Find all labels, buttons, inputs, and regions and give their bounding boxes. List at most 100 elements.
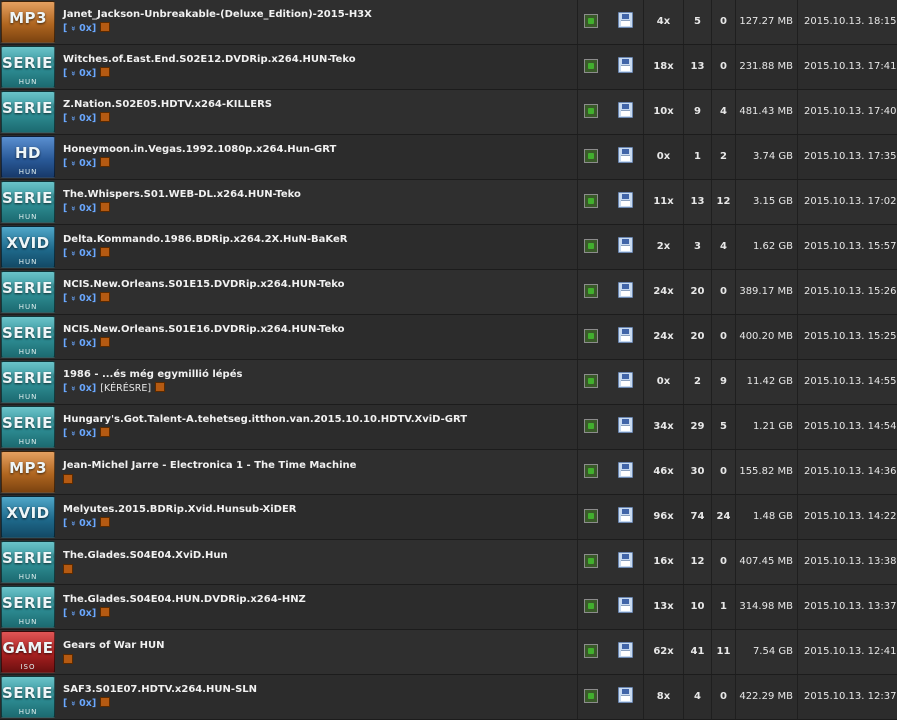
floppy-disk-icon[interactable] — [618, 237, 633, 253]
download-count-link[interactable]: [ » 0x] — [63, 338, 96, 349]
category-badge[interactable]: XVID HUN — [1, 226, 55, 268]
floppy-disk-icon[interactable] — [618, 147, 633, 163]
check-icon[interactable] — [584, 59, 598, 73]
floppy-disk-icon[interactable] — [618, 192, 633, 208]
bookmark-icon[interactable] — [100, 337, 111, 347]
torrent-title-link[interactable]: The.Glades.S04E04.XviD.Hun — [63, 550, 228, 561]
bookmark-icon[interactable] — [100, 292, 111, 302]
download-count-link[interactable]: [ » 0x] — [63, 428, 96, 439]
download-count-link[interactable]: [ » 0x] — [63, 518, 96, 529]
floppy-disk-icon[interactable] — [618, 12, 633, 28]
torrent-title-link[interactable]: Delta.Kommando.1986.BDRip.x264.2X.HuN-Ba… — [63, 234, 347, 245]
category-badge[interactable]: SERIES HUN — [1, 271, 55, 313]
floppy-disk-icon[interactable] — [618, 642, 633, 658]
floppy-disk-icon[interactable] — [618, 507, 633, 523]
category-sublabel: HUN — [18, 258, 38, 266]
floppy-disk-icon[interactable] — [618, 282, 633, 298]
bookmark-icon[interactable] — [63, 564, 73, 574]
bookmark-icon[interactable] — [100, 157, 111, 167]
bookmark-icon[interactable] — [100, 112, 111, 122]
bookmark-icon[interactable] — [100, 202, 111, 212]
check-icon[interactable] — [584, 599, 598, 613]
floppy-disk-icon[interactable] — [618, 372, 633, 388]
category-badge[interactable]: SERIES HUN — [1, 676, 55, 718]
check-icon[interactable] — [584, 509, 598, 523]
category-badge[interactable]: SERIES HUN — [1, 181, 55, 223]
category-badge[interactable]: SERIES HUN — [1, 586, 55, 628]
torrent-title-link[interactable]: Z.Nation.S02E05.HDTV.x264-KILLERS — [63, 99, 272, 110]
check-icon[interactable] — [584, 104, 598, 118]
download-count-link[interactable]: [ » 0x] — [63, 23, 96, 34]
download-count-link[interactable]: [ » 0x] — [63, 608, 96, 619]
check-icon[interactable] — [584, 239, 598, 253]
download-count-link[interactable]: [ » 0x] — [63, 383, 96, 394]
category-badge[interactable]: SERIES HUN — [1, 406, 55, 448]
check-icon[interactable] — [584, 329, 598, 343]
bookmark-icon[interactable] — [155, 382, 166, 392]
floppy-disk-icon[interactable] — [618, 327, 633, 343]
torrent-title-link[interactable]: The.Glades.S04E04.HUN.DVDRip.x264-HNZ — [63, 594, 306, 605]
torrent-title-link[interactable]: Witches.of.East.End.S02E12.DVDRip.x264.H… — [63, 54, 356, 65]
check-icon[interactable] — [584, 194, 598, 208]
category-badge[interactable]: MP3 — [1, 451, 55, 493]
floppy-disk-icon[interactable] — [618, 552, 633, 568]
check-icon[interactable] — [584, 644, 598, 658]
torrent-title-link[interactable]: Melyutes.2015.BDRip.Xvid.Hunsub-XiDER — [63, 504, 297, 515]
floppy-disk-icon[interactable] — [618, 57, 633, 73]
download-count-link[interactable]: [ » 0x] — [63, 113, 96, 124]
category-badge[interactable]: XVID — [1, 496, 55, 538]
category-badge[interactable]: GAME ISO — [1, 631, 55, 673]
check-icon[interactable] — [584, 374, 598, 388]
category-badge[interactable]: MP3 — [1, 1, 55, 43]
category-badge[interactable]: SERIES HUN — [1, 46, 55, 88]
check-icon[interactable] — [584, 464, 598, 478]
torrent-title-link[interactable]: The.Whispers.S01.WEB-DL.x264.HUN-Teko — [63, 189, 301, 200]
download-count-link[interactable]: [ » 0x] — [63, 203, 96, 214]
download-count-link[interactable]: [ » 0x] — [63, 158, 96, 169]
torrent-title-link[interactable]: Gears of War HUN — [63, 640, 165, 651]
file-size-cell: 127.27 MB — [735, 0, 797, 44]
check-icon[interactable] — [584, 149, 598, 163]
torrent-title-link[interactable]: Janet_Jackson-Unbreakable-(Deluxe_Editio… — [63, 9, 372, 20]
category-badge[interactable]: HD HUN — [1, 136, 55, 178]
category-badge[interactable]: SERIES HUN — [1, 316, 55, 358]
category-badge[interactable]: SERIES — [1, 91, 55, 133]
category-badge[interactable]: SERIES HUN — [1, 541, 55, 583]
floppy-disk-icon[interactable] — [618, 102, 633, 118]
download-count-link[interactable]: [ » 0x] — [63, 248, 96, 259]
seeders-count: 41 — [690, 646, 705, 657]
check-icon[interactable] — [584, 419, 598, 433]
download-count-link[interactable]: [ » 0x] — [63, 68, 96, 79]
torrent-title-link[interactable]: Honeymoon.in.Vegas.1992.1080p.x264.Hun-G… — [63, 144, 336, 155]
floppy-disk-icon[interactable] — [618, 462, 633, 478]
times-downloaded-cell: 24x — [643, 315, 683, 359]
bookmark-icon[interactable] — [100, 517, 111, 527]
download-count-link[interactable]: [ » 0x] — [63, 293, 96, 304]
bookmark-icon[interactable] — [100, 247, 111, 257]
check-icon[interactable] — [584, 284, 598, 298]
check-icon[interactable] — [584, 554, 598, 568]
bookmark-icon[interactable] — [63, 654, 73, 664]
floppy-disk-icon[interactable] — [618, 417, 633, 433]
leechers-count: 24 — [716, 511, 731, 522]
bookmark-icon[interactable] — [100, 22, 111, 32]
check-icon[interactable] — [584, 14, 598, 28]
bookmark-icon[interactable] — [100, 67, 111, 77]
check-icon[interactable] — [584, 689, 598, 703]
torrent-title-link[interactable]: 1986 - ...és még egymillió lépés — [63, 369, 242, 380]
bookmark-icon[interactable] — [63, 474, 73, 484]
bookmark-icon[interactable] — [100, 697, 111, 707]
floppy-disk-icon[interactable] — [618, 597, 633, 613]
torrent-title-link[interactable]: NCIS.New.Orleans.S01E15.DVDRip.x264.HUN-… — [63, 279, 345, 290]
torrent-title-link[interactable]: Hungary's.Got.Talent-A.tehetseg.itthon.v… — [63, 414, 467, 425]
upload-date-cell: 2015.10.13. 15:25 — [797, 315, 897, 359]
name-cell: Gears of War HUN — [57, 630, 577, 674]
floppy-disk-icon[interactable] — [618, 687, 633, 703]
category-badge[interactable]: SERIES HUN — [1, 361, 55, 403]
torrent-title-link[interactable]: NCIS.New.Orleans.S01E16.DVDRip.x264.HUN-… — [63, 324, 345, 335]
torrent-title-link[interactable]: Jean-Michel Jarre - Electronica 1 - The … — [63, 460, 356, 471]
bookmark-icon[interactable] — [100, 607, 111, 617]
download-count-link[interactable]: [ » 0x] — [63, 698, 96, 709]
torrent-title-link[interactable]: SAF3.S01E07.HDTV.x264.HUN-SLN — [63, 684, 257, 695]
bookmark-icon[interactable] — [100, 427, 111, 437]
